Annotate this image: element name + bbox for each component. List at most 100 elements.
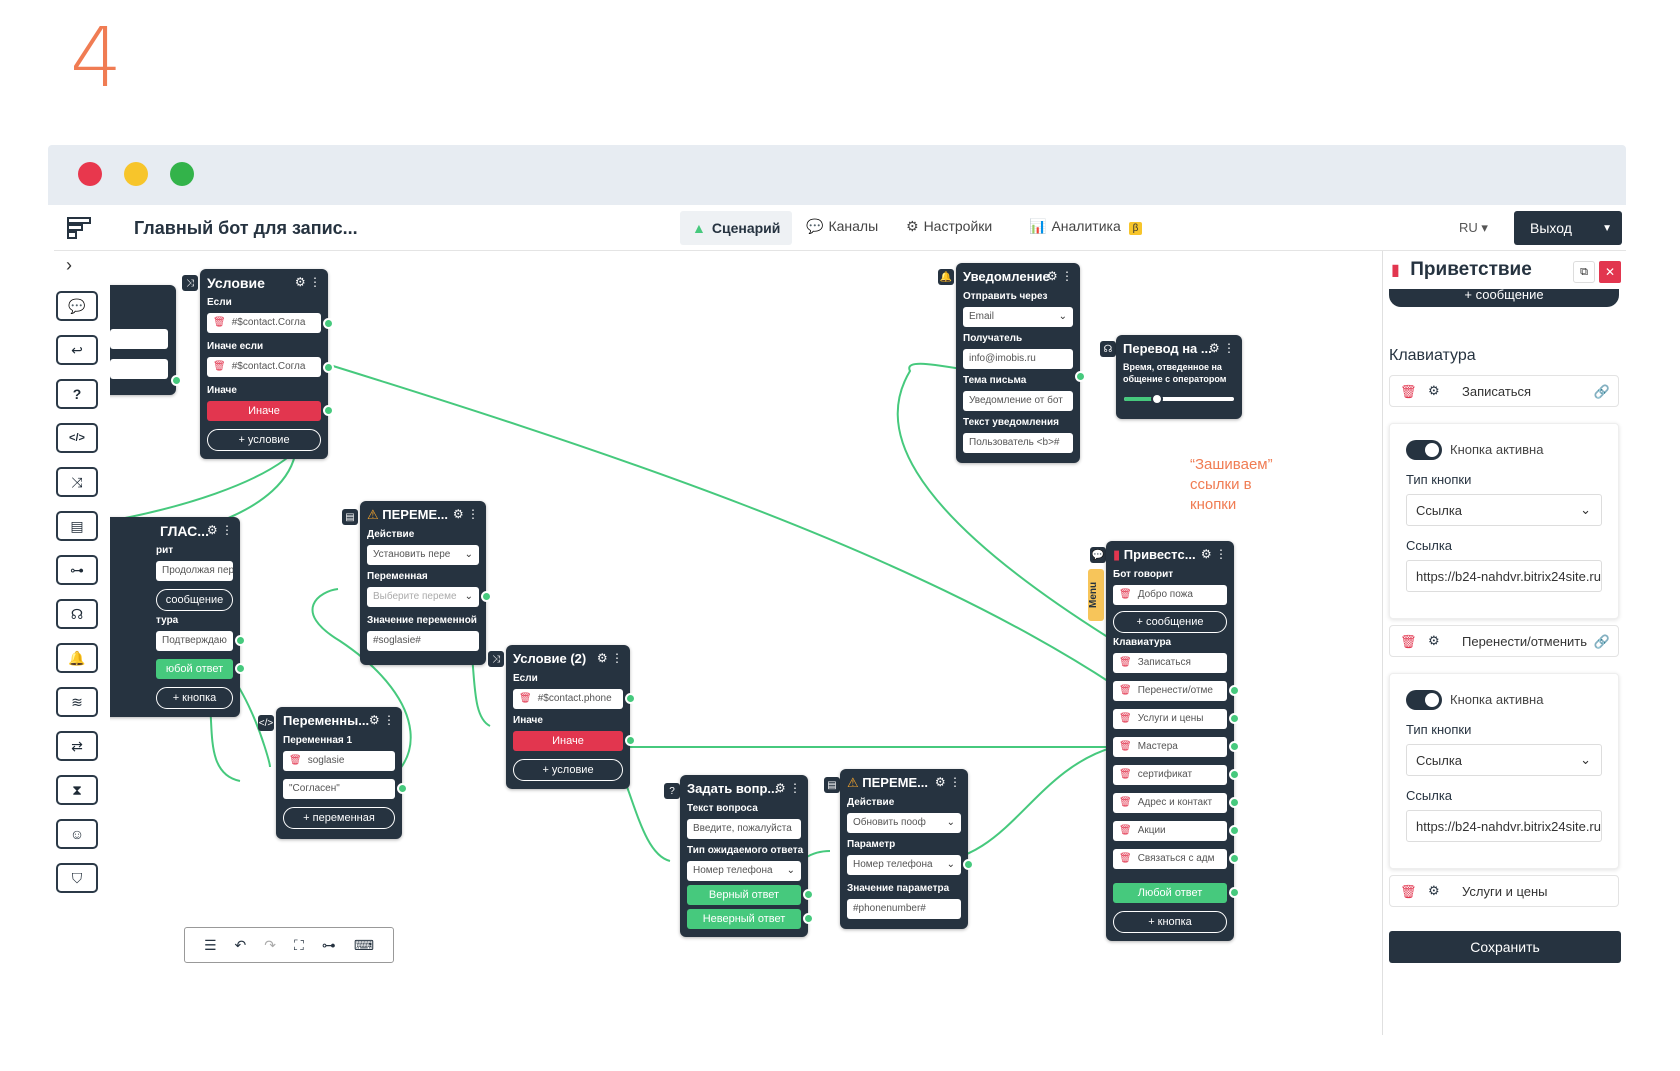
keyboard-button[interactable]: 🗑 Перенести/отме bbox=[1113, 681, 1227, 701]
card-block-button[interactable]: ▤ bbox=[56, 511, 98, 541]
list-icon[interactable]: ☰ bbox=[204, 937, 217, 954]
trash-icon[interactable]: 🗑 bbox=[213, 317, 226, 328]
time-slider[interactable] bbox=[1124, 393, 1234, 405]
keyboard-button[interactable]: 🗑 Адрес и контакт bbox=[1113, 793, 1227, 813]
button-type-select[interactable]: Ссылка ⌄ bbox=[1406, 494, 1602, 526]
add-button-button[interactable]: + кнопка bbox=[156, 687, 233, 709]
output-port[interactable] bbox=[1229, 797, 1240, 808]
operator-block-button[interactable]: ☊ bbox=[56, 599, 98, 629]
add-condition-button[interactable]: + условие bbox=[513, 759, 623, 781]
output-port[interactable] bbox=[1229, 713, 1240, 724]
output-port[interactable] bbox=[625, 693, 636, 704]
condition-node-2[interactable]: Условие (2) ⚙ ⋮ Если 🗑 #$contact.phone Ин… bbox=[506, 645, 636, 789]
tab-analytics[interactable]: 📊 Аналитика β bbox=[1029, 218, 1143, 235]
question-node[interactable]: Задать вопр... ⚙ ⋮ Текст вопроса Введите… bbox=[680, 775, 814, 937]
webhook-block-button[interactable]: ≋ bbox=[56, 687, 98, 717]
action-select[interactable]: Обновить пооф ⌄ bbox=[847, 813, 961, 833]
add-button-button[interactable]: + кнопка bbox=[1113, 911, 1227, 933]
output-port[interactable] bbox=[625, 735, 636, 746]
value-field[interactable]: #soglasie# bbox=[367, 631, 479, 651]
notification-node[interactable]: Уведомление ⚙ ⋮ Отправить через Email ⌄ П… bbox=[956, 263, 1086, 463]
trash-icon[interactable]: 🗑 bbox=[1119, 797, 1132, 808]
tab-channels[interactable]: 💬 Каналы bbox=[806, 218, 878, 235]
gear-icon[interactable]: ⚙ bbox=[1428, 633, 1440, 649]
output-port[interactable] bbox=[1229, 887, 1240, 898]
if-condition-field[interactable]: 🗑 #$contact.Согла bbox=[207, 313, 321, 333]
link-icon[interactable]: 🔗 bbox=[1594, 384, 1610, 400]
tag-block-button[interactable]: ⛉ bbox=[56, 863, 98, 893]
any-answer-button[interactable]: юбой ответ bbox=[156, 659, 233, 679]
language-select[interactable]: RU ▾ bbox=[1459, 220, 1488, 236]
undo-icon[interactable]: ↶ bbox=[235, 937, 247, 954]
output-port[interactable] bbox=[1229, 741, 1240, 752]
greeting-node[interactable]: ▮ Привестc... ⚙ ⋮ Бот говорит 🗑 Добро пож… bbox=[1106, 541, 1240, 941]
elseif-condition-field[interactable]: 🗑 #$contact.Согла bbox=[207, 357, 321, 377]
message-field[interactable]: Продолжая пер bbox=[156, 561, 233, 581]
trash-icon[interactable]: 🗑 bbox=[1119, 713, 1132, 724]
wrong-answer-branch[interactable]: Неверный ответ bbox=[687, 909, 801, 929]
add-message-button[interactable]: + сообщение bbox=[1389, 288, 1619, 307]
question-block-button[interactable]: ? bbox=[56, 379, 98, 409]
output-port[interactable] bbox=[1229, 853, 1240, 864]
transfer-block-button[interactable]: ⇄ bbox=[56, 731, 98, 761]
keyboard-button[interactable]: Подтверждаю bbox=[156, 631, 233, 651]
keyboard-button-row[interactable]: 🗑 ⚙ Услуги и цены bbox=[1389, 875, 1619, 907]
keyboard-button[interactable]: 🗑 Записаться bbox=[1113, 653, 1227, 673]
trash-icon[interactable]: 🗑 bbox=[1400, 384, 1417, 400]
trash-icon[interactable]: 🗑 bbox=[1119, 589, 1132, 600]
variable-name-field[interactable]: 🗑 soglasie bbox=[283, 751, 395, 771]
output-port[interactable] bbox=[323, 318, 334, 329]
output-port[interactable] bbox=[1229, 685, 1240, 696]
question-field[interactable]: Введите, пожалуйста bbox=[687, 819, 801, 839]
output-port[interactable] bbox=[963, 859, 974, 870]
keyboard-button[interactable]: 🗑 Мастера bbox=[1113, 737, 1227, 757]
condition-node-1[interactable]: Условие ⚙ ⋮ Если 🗑 #$contact.Согла Иначе … bbox=[200, 269, 334, 459]
variable-value-field[interactable]: "Согласен" bbox=[283, 779, 395, 799]
keyboard-button-row[interactable]: 🗑 ⚙ Записаться 🔗 bbox=[1389, 375, 1619, 407]
copy-icon[interactable]: ⧉ bbox=[1573, 261, 1595, 283]
branch-block-button[interactable]: ⊶ bbox=[56, 555, 98, 585]
trash-icon[interactable]: 🗑 bbox=[1119, 685, 1132, 696]
code-block-button[interactable]: </> bbox=[56, 423, 98, 453]
maximize-window-dot[interactable] bbox=[170, 162, 194, 186]
save-button[interactable]: Сохранить bbox=[1389, 931, 1621, 963]
gear-icon[interactable]: ⚙ bbox=[1428, 883, 1440, 899]
node-settings-icon[interactable]: ⚙ ⋮ bbox=[1047, 269, 1073, 283]
close-window-dot[interactable] bbox=[78, 162, 102, 186]
if-condition-field[interactable]: 🗑 #$contact.phone bbox=[513, 689, 623, 709]
redo-icon[interactable]: ↷ bbox=[264, 937, 276, 954]
keyboard-button[interactable]: 🗑 Акции bbox=[1113, 821, 1227, 841]
button-active-toggle[interactable] bbox=[1406, 440, 1442, 460]
output-port[interactable] bbox=[1229, 825, 1240, 836]
else-branch[interactable]: Иначе bbox=[513, 731, 623, 751]
output-port[interactable] bbox=[171, 375, 182, 386]
button-active-toggle[interactable] bbox=[1406, 690, 1442, 710]
expand-chevron-icon[interactable]: › bbox=[66, 255, 72, 276]
button-type-select[interactable]: Ссылка ⌄ bbox=[1406, 744, 1602, 776]
add-message-button[interactable]: сообщение bbox=[156, 589, 233, 611]
link-input[interactable]: https://b24-nahdvr.bitrix24site.ru/crm bbox=[1406, 810, 1602, 842]
add-condition-button[interactable]: + условие bbox=[207, 429, 321, 451]
node-settings-icon[interactable]: ⚙ ⋮ bbox=[775, 781, 801, 795]
sitemap-icon[interactable]: ⊶ bbox=[322, 937, 336, 954]
partial-field[interactable] bbox=[110, 359, 168, 379]
text-field[interactable]: Пользователь <b># bbox=[963, 433, 1073, 453]
scenario-canvas[interactable]: ⤨ Условие ⚙ ⋮ Если 🗑 #$contact.Согла Инач… bbox=[110, 251, 1382, 1035]
parameter-value-field[interactable]: #phonenumber# bbox=[847, 899, 961, 919]
minimize-window-dot[interactable] bbox=[124, 162, 148, 186]
output-port[interactable] bbox=[803, 913, 814, 924]
output-port[interactable] bbox=[803, 889, 814, 900]
keyboard-button[interactable]: 🗑 Услуги и цены bbox=[1113, 709, 1227, 729]
close-icon[interactable]: ✕ bbox=[1599, 261, 1621, 283]
output-port[interactable] bbox=[235, 663, 246, 674]
partial-node[interactable] bbox=[110, 285, 182, 395]
output-port[interactable] bbox=[1229, 769, 1240, 780]
trash-icon[interactable]: 🗑 bbox=[1119, 825, 1132, 836]
app-logo-icon[interactable] bbox=[66, 215, 92, 241]
trash-icon[interactable]: 🗑 bbox=[1400, 634, 1417, 650]
transfer-node[interactable]: Перевод на ... ⚙ ⋮ Время, отведенное на … bbox=[1116, 335, 1242, 419]
variable-action-node[interactable]: ⚠ ПЕРЕМЕ... ⚙ ⋮ Действие Установить пере… bbox=[360, 501, 492, 665]
trash-icon[interactable]: 🗑 bbox=[1119, 741, 1132, 752]
node-settings-icon[interactable]: ⚙ ⋮ bbox=[1209, 341, 1235, 355]
output-port[interactable] bbox=[323, 405, 334, 416]
